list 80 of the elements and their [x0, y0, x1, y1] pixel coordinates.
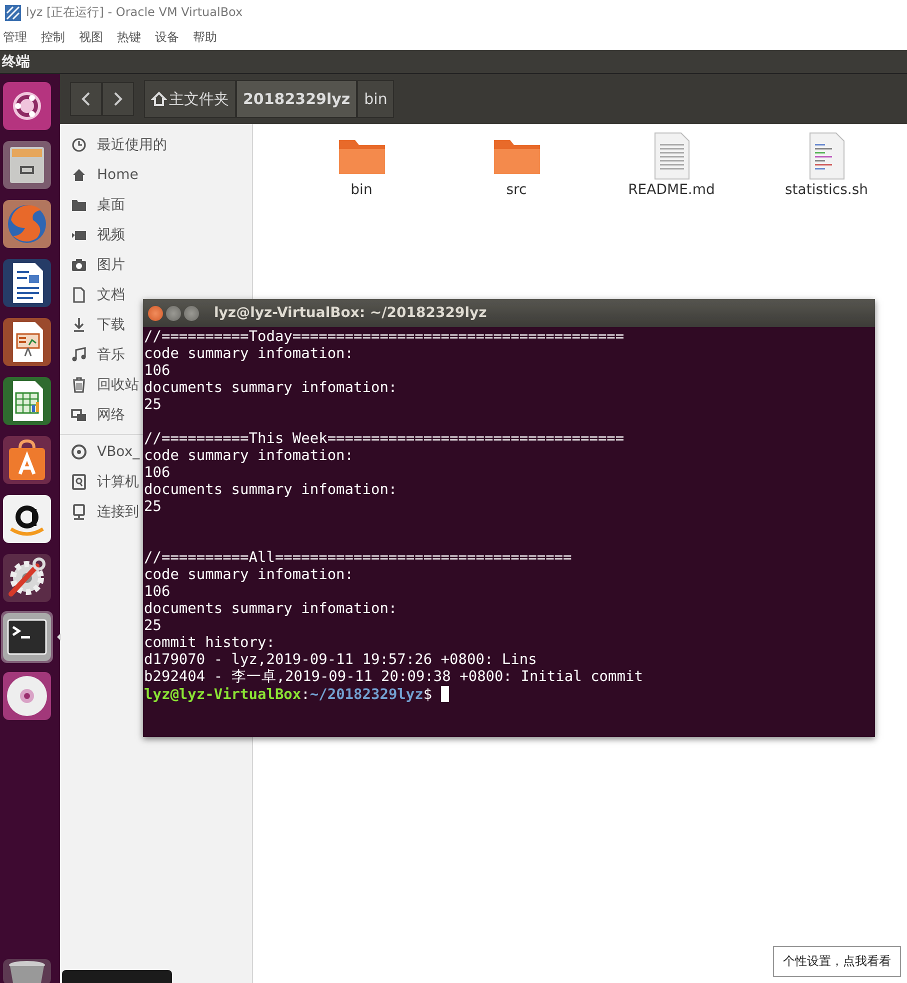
sidebar-item[interactable]: 下载: [60, 310, 125, 340]
file-name[interactable]: src: [506, 182, 527, 198]
document-icon: [71, 287, 87, 303]
terminal-line: 25: [144, 397, 162, 414]
terminal-line: documents summary infomation:: [144, 482, 398, 499]
sidebar-item[interactable]: 连接到: [60, 497, 139, 527]
terminal-line: commit history:: [144, 635, 276, 652]
folder-icon: [71, 197, 87, 213]
file-name[interactable]: README.md: [628, 182, 715, 198]
computer-icon: [71, 474, 87, 490]
sidebar-item[interactable]: 视频: [60, 220, 125, 250]
terminal-line: code summary infomation:: [144, 567, 355, 584]
panel-title: 终端: [2, 52, 30, 70]
terminal-line: 25: [144, 618, 162, 635]
terminal-line: code summary infomation:: [144, 346, 355, 363]
terminal-line: code summary infomation:: [144, 448, 355, 465]
terminal-line: //==========Today======================================: [144, 329, 626, 346]
home-icon: [151, 91, 167, 107]
minimize-button[interactable]: [166, 306, 181, 320]
music-note-icon: [71, 347, 87, 363]
menu-item[interactable]: 管理: [3, 29, 27, 46]
sidebar-item[interactable]: Home: [60, 160, 138, 190]
monitor-icon: [71, 504, 87, 520]
sidebar-item[interactable]: 计算机: [60, 467, 139, 497]
back-button[interactable]: [70, 82, 102, 116]
trash-can-icon[interactable]: [1, 957, 53, 983]
forward-button[interactable]: [102, 82, 134, 116]
file-name[interactable]: statistics.sh: [784, 182, 868, 198]
clock-icon: [71, 137, 87, 153]
terminal-line: b292404 - 李一卓,2019-09-11 20:09:38 +0800: Initial commit: [144, 669, 644, 686]
terminal-line: 106: [144, 363, 172, 380]
close-button[interactable]: [148, 306, 163, 320]
disc-icon: [71, 444, 87, 460]
terminal-line: d179070 - lyz,2019-09-11 19:57:26 +0800: Lins: [144, 652, 538, 669]
terminal-title: lyz@lyz-VirtualBox: ~/20182329lyz: [214, 305, 487, 321]
terminal-line: //==========This Week==================================: [144, 431, 626, 448]
fox-globe-icon[interactable]: [1, 198, 53, 250]
menu-item[interactable]: 帮助: [193, 29, 217, 46]
back-chevron-icon: [81, 92, 91, 106]
sidebar-item[interactable]: 网络: [60, 400, 125, 430]
camera-icon: [71, 257, 87, 273]
menu-item[interactable]: 视图: [79, 29, 103, 46]
app-logo-icon: [4, 4, 22, 22]
terminal-line: 106: [144, 465, 172, 482]
writer-document-icon[interactable]: [1, 257, 53, 309]
presentation-document-icon[interactable]: [1, 316, 53, 368]
sidebar-item[interactable]: 图片: [60, 250, 125, 280]
network-icon: [71, 407, 87, 423]
download-icon: [71, 317, 87, 333]
notification-popup[interactable]: 个性设置，点我看看: [773, 946, 901, 977]
sidebar-item[interactable]: VBox_: [60, 437, 140, 467]
menu-item[interactable]: 设备: [155, 29, 179, 46]
shopping-bag-icon[interactable]: [1, 434, 53, 486]
sidebar-item[interactable]: 最近使用的: [60, 130, 167, 160]
terminal-line: 106: [144, 584, 172, 601]
file-drawer-icon[interactable]: [1, 139, 53, 191]
prompt-line: lyz@lyz-VirtualBox:~/20182329lyz$: [144, 687, 432, 703]
breadcrumb[interactable]: bin: [357, 80, 394, 118]
terminal-line: 25: [144, 499, 162, 516]
terminal-line: documents summary infomation:: [144, 601, 398, 618]
terminal-line: //==========All==================================: [144, 550, 573, 567]
maximize-button[interactable]: [184, 306, 199, 320]
file-name[interactable]: bin: [350, 182, 372, 198]
gear-wrench-icon[interactable]: [1, 552, 53, 604]
ubuntu-logo-icon[interactable]: [1, 80, 53, 132]
forward-chevron-icon: [113, 92, 123, 106]
menu-item[interactable]: 控制: [41, 29, 65, 46]
sidebar-item[interactable]: 回收站: [60, 370, 139, 400]
sidebar-item[interactable]: 桌面: [60, 190, 125, 220]
cursor: [441, 686, 450, 702]
trash-icon: [71, 377, 87, 393]
sidebar-item[interactable]: 音乐: [60, 340, 125, 370]
breadcrumb[interactable]: 20182329lyz: [236, 80, 358, 118]
home-icon: [71, 167, 87, 183]
window-title: lyz [正在运行] - Oracle VM VirtualBox: [26, 4, 243, 21]
breadcrumb[interactable]: 主文件夹: [144, 80, 236, 118]
menu-item[interactable]: 热键: [117, 29, 141, 46]
terminal-line: documents summary infomation:: [144, 380, 398, 397]
spreadsheet-document-icon[interactable]: [1, 375, 53, 427]
sidebar-item[interactable]: 文档: [60, 280, 125, 310]
